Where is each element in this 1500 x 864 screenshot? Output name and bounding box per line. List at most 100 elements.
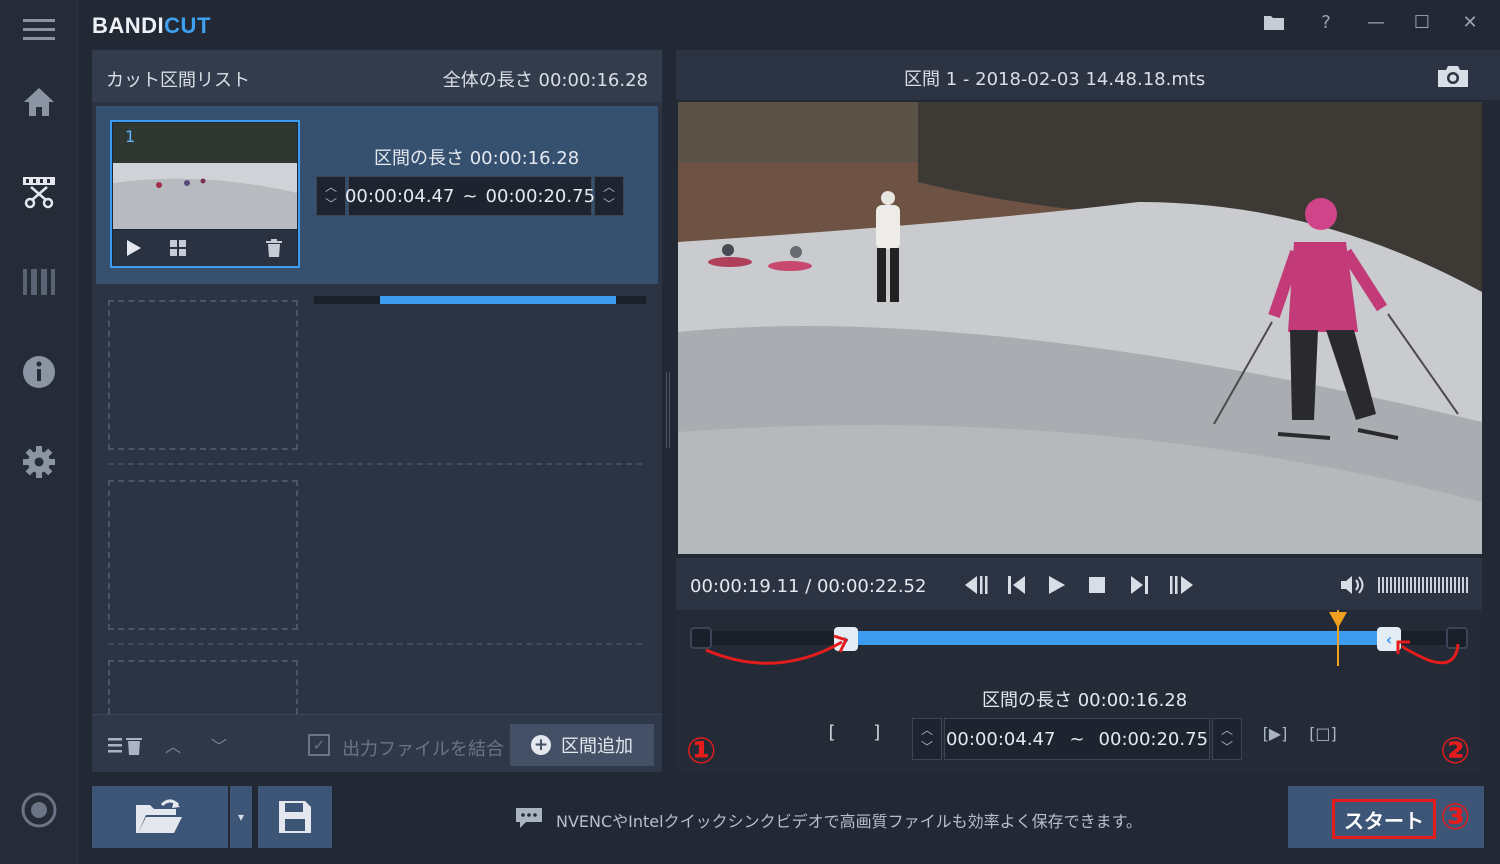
segment-row[interactable]: 1 区間の長さ 00:00:16.28 ︿ ﹀ 00:00:04.47 ~ 00:… [96,106,658,304]
stop-icon [1089,577,1105,593]
gear-icon [23,446,55,478]
settings-button[interactable] [0,432,78,492]
merge-checkbox[interactable]: ✓ [308,734,330,756]
segment-end-time[interactable]: 00:00:20.75 [486,186,595,207]
segment-progress-track [314,296,646,304]
thumbnail-image: 1 [113,123,297,229]
chevron-down-icon[interactable]: ﹀ [603,196,615,213]
trash-icon [266,239,282,257]
annotation-arrows [705,634,1460,665]
sidebar [0,0,78,864]
panel-splitter[interactable] [666,372,670,448]
maximize-button[interactable]: ☐ [1404,8,1440,36]
annotation-2: ② [1440,731,1471,772]
chevron-down-icon: ▾ [237,810,245,824]
selection-end-stepper[interactable]: ︿ ﹀ [1212,718,1242,760]
chevron-up-icon[interactable]: ︿ [921,722,933,739]
chevron-up-icon[interactable]: ︿ [603,179,615,196]
segment-list-header: カット区間リスト 全体の長さ 00:00:16.28 [92,50,662,102]
help-button[interactable]: ? [1308,8,1344,36]
segment-play-button[interactable] [123,238,145,258]
open-folder-button[interactable] [1256,8,1292,36]
segment-number: 1 [125,127,136,146]
segment-grid-button[interactable] [167,238,189,258]
start-button-label: スタート [1332,799,1436,839]
step-forward-icon [1131,576,1148,594]
segment-thumbnail[interactable]: 1 [110,120,300,268]
play-button[interactable] [1042,572,1072,598]
selection-start-stepper[interactable]: ︿ ﹀ [912,718,942,760]
chevron-down-icon[interactable]: ﹀ [921,739,933,756]
annotation-3: ③ [1440,797,1471,838]
home-icon [24,88,54,116]
tip-icon [516,808,542,828]
total-length: 全体の長さ 00:00:16.28 [442,70,648,91]
video-preview[interactable] [678,102,1482,554]
range-separator: ~ [1069,728,1085,750]
save-project-button[interactable] [258,786,332,848]
set-start-button[interactable]: [ [826,722,837,743]
segment-progress-fill [380,296,616,304]
empty-segment-slot [108,300,298,450]
preview-header: 区間 1 - 2018-02-03 14.48.18.mts [676,50,1500,100]
range-separator: ~ [462,185,478,207]
stop-selection-button[interactable]: [□] [1306,720,1340,746]
segment-list-panel: カット区間リスト 全体の長さ 00:00:16.28 1 区間の長さ 00:00… [92,50,662,772]
segment-start-stepper[interactable]: ︿ ﹀ [316,176,346,216]
cut-icon [23,177,55,209]
chevron-up-icon[interactable]: ︿ [325,179,337,196]
set-end-button[interactable]: ] [872,722,883,743]
grid-icon [170,240,186,256]
selection-time-range[interactable]: 00:00:04.47 ~ 00:00:20.75 [944,718,1210,760]
film-button[interactable] [0,252,78,312]
selection-start-time[interactable]: 00:00:04.47 [946,729,1055,750]
chevron-down-icon[interactable]: ﹀ [1221,739,1233,756]
info-button[interactable] [0,342,78,402]
open-file-button[interactable] [92,786,228,848]
segment-list-title: カット区間リスト [106,70,250,91]
empty-segment-slot [108,480,298,630]
preview-title: 区間 1 - 2018-02-03 14.48.18.mts [904,69,1206,90]
minimize-button[interactable]: — [1358,8,1394,36]
volume-slider[interactable] [1378,577,1470,593]
play-selection-button[interactable]: [▶] [1258,720,1292,746]
go-to-end-button[interactable] [1166,572,1196,598]
camera-icon [1438,66,1468,87]
preview-panel: 区間 1 - 2018-02-03 14.48.18.mts 00:00:19.… [676,50,1500,772]
volume-button[interactable] [1340,572,1368,598]
chevron-down-icon[interactable]: ﹀ [325,196,337,213]
open-file-dropdown[interactable]: ▾ [230,786,252,848]
annotation-1: ① [686,731,717,772]
volume-icon [1341,576,1364,594]
clear-list-button[interactable] [108,733,142,757]
segment-delete-button[interactable] [263,238,285,258]
skip-to-start-icon [965,576,988,594]
selection-end-time[interactable]: 00:00:20.75 [1099,729,1208,750]
previous-frame-button[interactable] [1002,572,1032,598]
move-up-button[interactable]: ︿ [156,733,190,757]
stop-button[interactable] [1082,572,1112,598]
segment-end-stepper[interactable]: ︿ ﹀ [594,176,624,216]
open-folder-icon [136,799,182,833]
chevron-up-icon[interactable]: ︿ [1221,722,1233,739]
folder-icon [1264,16,1284,30]
home-button[interactable] [0,72,78,132]
go-to-start-button[interactable] [962,572,992,598]
record-button[interactable] [0,780,78,840]
segment-start-time[interactable]: 00:00:04.47 [345,186,454,207]
segment-list-footer: ︿ ﹀ ✓ 出力ファイルを結合 + 区間追加 [92,714,662,772]
player-controls: 00:00:19.11 / 00:00:22.52 › ‹ 区間の長さ 00:0… [676,558,1482,772]
snapshot-button[interactable] [1436,62,1470,90]
add-segment-button[interactable]: + 区間追加 [510,724,654,766]
cut-button[interactable] [0,162,78,222]
segment-time-range[interactable]: 00:00:04.47 ~ 00:00:20.75 [345,176,595,216]
save-icon [279,801,311,833]
record-icon [21,792,57,828]
empty-segment-slot [108,660,298,714]
move-down-button[interactable]: ﹀ [202,733,236,757]
menu-button[interactable] [0,0,78,60]
close-button[interactable]: ✕ [1452,8,1488,36]
thumbnail-toolbar [113,230,297,266]
merge-label: 出力ファイルを結合 [342,739,504,760]
next-frame-button[interactable] [1124,572,1154,598]
